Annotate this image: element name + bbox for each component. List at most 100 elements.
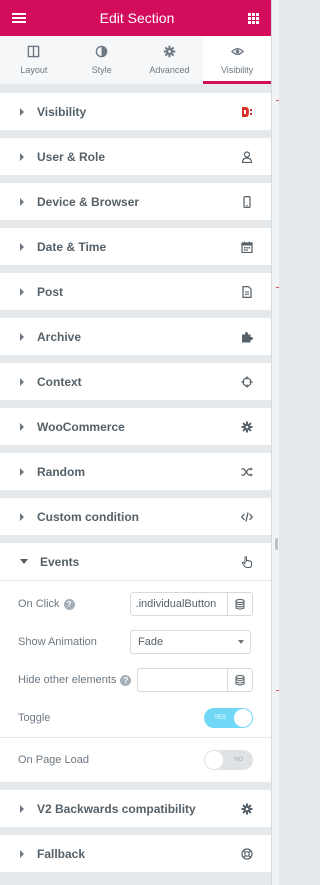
hide-other-input-group bbox=[137, 668, 253, 692]
section-label: Post bbox=[37, 284, 64, 299]
gear-icon bbox=[163, 45, 176, 58]
chevron-right-icon bbox=[20, 152, 24, 161]
database-icon[interactable] bbox=[228, 593, 252, 615]
panel-title: Edit Section bbox=[99, 10, 175, 26]
section-label: Events bbox=[40, 554, 80, 569]
chevron-down-icon bbox=[238, 640, 244, 644]
hide-other-label: Hide other elements bbox=[18, 674, 117, 686]
section-list: Visibility User & Role Device & Browser … bbox=[0, 85, 271, 872]
on-page-load-label: On Page Load bbox=[18, 754, 89, 766]
on-click-input[interactable]: .individualButton bbox=[131, 593, 229, 615]
panel-tabs: Layout Style Advanced Visibility bbox=[0, 36, 271, 85]
shuffle-icon bbox=[241, 466, 253, 478]
hide-other-field: Hide other elements ? bbox=[0, 661, 271, 699]
section-label: Date & Time bbox=[37, 239, 107, 254]
section-label: Custom condition bbox=[37, 509, 139, 524]
section-label: User & Role bbox=[37, 149, 106, 164]
section-user-role[interactable]: User & Role bbox=[0, 138, 271, 175]
tab-label: Visibility bbox=[220, 65, 254, 75]
section-date-time[interactable]: Date & Time bbox=[0, 228, 271, 265]
show-animation-select[interactable]: Fade bbox=[130, 630, 251, 654]
section-label: Random bbox=[37, 464, 85, 479]
show-animation-value: Fade bbox=[138, 636, 164, 648]
section-label: Fallback bbox=[37, 846, 86, 861]
help-icon[interactable]: ? bbox=[120, 674, 132, 686]
toggle-knob bbox=[205, 751, 223, 769]
hide-other-label-wrap: Hide other elements ? bbox=[18, 674, 137, 686]
divider bbox=[276, 100, 279, 101]
pointer-icon bbox=[241, 555, 253, 568]
section-label: Device & Browser bbox=[37, 194, 140, 209]
panel-resize-edge bbox=[272, 0, 279, 885]
crosshair-icon bbox=[241, 375, 253, 388]
chevron-right-icon bbox=[20, 107, 24, 116]
chevron-right-icon bbox=[20, 422, 24, 431]
lifebuoy-icon bbox=[241, 847, 253, 860]
tab-style[interactable]: Style bbox=[67, 36, 136, 84]
panel-resize-handle[interactable] bbox=[275, 538, 278, 550]
tab-label: Layout bbox=[20, 65, 48, 75]
section-context[interactable]: Context bbox=[0, 363, 271, 400]
panel-header: Edit Section bbox=[0, 0, 271, 36]
show-animation-field: Show Animation Fade bbox=[0, 623, 271, 661]
tab-label: Advanced bbox=[149, 65, 190, 75]
code-icon bbox=[241, 511, 253, 523]
tab-label: Style bbox=[91, 65, 112, 75]
divider bbox=[276, 287, 279, 288]
section-woocommerce[interactable]: WooCommerce bbox=[0, 408, 271, 445]
section-label: Context bbox=[37, 374, 82, 389]
on-click-input-group: .individualButton bbox=[129, 592, 253, 616]
visibility-logo-icon bbox=[241, 106, 253, 118]
chevron-right-icon bbox=[20, 467, 24, 476]
chevron-right-icon bbox=[20, 197, 24, 206]
toggle-state-text: NO bbox=[234, 757, 243, 763]
divider bbox=[276, 690, 279, 691]
puzzle-icon bbox=[241, 331, 253, 343]
toggle-label: Toggle bbox=[18, 712, 51, 724]
toggle-switch[interactable]: YES bbox=[204, 708, 253, 728]
gear-icon bbox=[241, 803, 253, 815]
eye-icon bbox=[230, 48, 244, 55]
section-fallback[interactable]: Fallback bbox=[0, 835, 271, 872]
tab-layout[interactable]: Layout bbox=[0, 36, 68, 84]
on-click-label-wrap: On Click ? bbox=[18, 598, 130, 610]
section-label: Archive bbox=[37, 329, 82, 344]
toggle-field: Toggle YES bbox=[0, 699, 271, 737]
on-page-load-field: On Page Load NO bbox=[0, 738, 271, 782]
on-page-load-switch[interactable]: NO bbox=[204, 750, 253, 770]
mobile-icon bbox=[241, 195, 253, 208]
contrast-icon bbox=[95, 45, 108, 58]
section-device-browser[interactable]: Device & Browser bbox=[0, 183, 271, 220]
section-post[interactable]: Post bbox=[0, 273, 271, 310]
chevron-right-icon bbox=[20, 332, 24, 341]
on-click-field: On Click ? .individualButton bbox=[0, 585, 271, 623]
section-custom-condition[interactable]: Custom condition bbox=[0, 498, 271, 535]
widgets-grid-icon[interactable] bbox=[248, 12, 259, 24]
section-v2-backwards[interactable]: V2 Backwards compatibility bbox=[0, 790, 271, 827]
toggle-state-text: YES bbox=[214, 715, 227, 721]
show-animation-label: Show Animation bbox=[18, 636, 97, 648]
document-icon bbox=[241, 285, 253, 298]
calendar-icon bbox=[241, 241, 253, 253]
section-random[interactable]: Random bbox=[0, 453, 271, 490]
tab-advanced[interactable]: Advanced bbox=[135, 36, 204, 84]
chevron-right-icon bbox=[20, 287, 24, 296]
gear-icon bbox=[241, 421, 253, 433]
section-visibility[interactable]: Visibility bbox=[0, 93, 271, 130]
hide-other-input[interactable] bbox=[138, 669, 229, 691]
hamburger-menu-icon[interactable] bbox=[12, 13, 26, 23]
section-label: WooCommerce bbox=[37, 419, 125, 434]
section-events[interactable]: Events bbox=[0, 543, 271, 580]
section-label: Visibility bbox=[37, 104, 87, 119]
user-icon bbox=[241, 150, 253, 163]
help-icon[interactable]: ? bbox=[63, 598, 75, 610]
chevron-right-icon bbox=[20, 849, 24, 858]
database-icon[interactable] bbox=[228, 669, 252, 691]
section-archive[interactable]: Archive bbox=[0, 318, 271, 355]
events-panel: On Click ? .individualButton Show Animat… bbox=[0, 580, 271, 782]
section-label: V2 Backwards compatibility bbox=[37, 801, 196, 816]
chevron-right-icon bbox=[20, 512, 24, 521]
tab-visibility[interactable]: Visibility bbox=[203, 36, 271, 84]
on-click-label: On Click bbox=[18, 598, 60, 610]
chevron-down-icon bbox=[20, 559, 28, 564]
